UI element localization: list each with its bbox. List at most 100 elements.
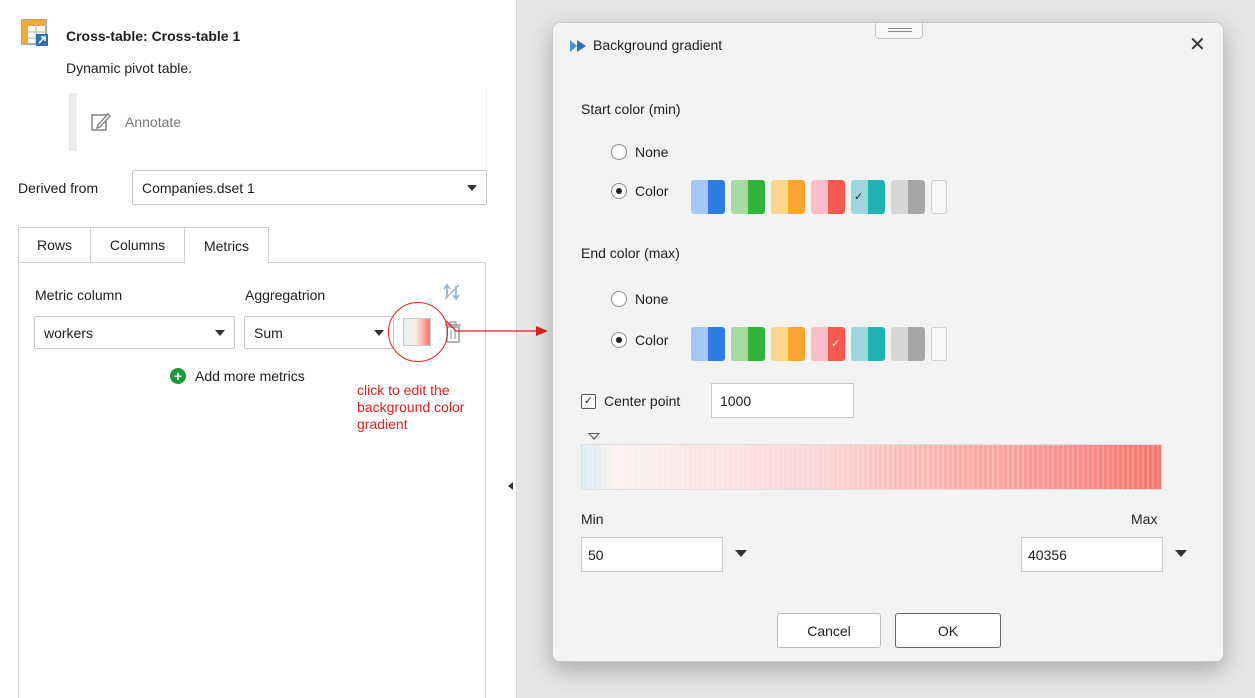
center-point-input[interactable]: 1000 (711, 383, 854, 418)
node-title: Cross-table: Cross-table 1 (66, 28, 241, 44)
sort-icon[interactable] (442, 282, 462, 302)
center-point-label: Center point (604, 393, 681, 409)
swatch-pair (731, 327, 765, 361)
swatch-pair (691, 180, 725, 214)
annotation-arrow (445, 320, 548, 336)
node-properties-panel: Cross-table: Cross-table 1 Dynamic pivot… (0, 0, 517, 698)
radio-button (611, 332, 627, 348)
derived-from-label: Derived from (18, 180, 99, 196)
color-swatch-green-dark[interactable] (748, 327, 765, 361)
gradient-preview (581, 444, 1162, 490)
aggregation-value: Sum (254, 324, 283, 341)
color-swatch-teal-dark[interactable] (868, 180, 885, 214)
color-label: Color (635, 332, 669, 348)
radio-button (611, 291, 627, 307)
color-swatch-gray-light[interactable] (891, 180, 908, 214)
color-swatch-blue-dark[interactable] (708, 327, 725, 361)
chevron-down-icon (374, 329, 384, 336)
metric-column-label: Metric column (35, 287, 123, 303)
metric-column-select[interactable]: workers (34, 316, 235, 349)
divider (486, 88, 487, 168)
derived-from-select[interactable]: Companies.dset 1 (132, 170, 487, 205)
metric-column-value: workers (44, 324, 94, 341)
color-swatch-orange-light[interactable] (771, 327, 788, 361)
ok-button[interactable]: OK (895, 613, 1001, 648)
color-swatch-green-light[interactable] (731, 327, 748, 361)
color-swatch-green-dark[interactable] (748, 180, 765, 214)
center-point-checkbox[interactable]: ✓ Center point (581, 393, 680, 409)
start-color-label: Start color (min) (581, 101, 681, 117)
color-swatch-blue-light[interactable] (691, 180, 708, 214)
cross-table-icon (21, 19, 48, 46)
color-swatch-orange-dark[interactable] (788, 327, 805, 361)
tab-metrics[interactable]: Metrics (184, 227, 269, 264)
color-swatch-teal-dark[interactable] (868, 327, 885, 361)
center-marker-icon[interactable] (588, 433, 600, 440)
close-icon[interactable]: ✕ (1189, 35, 1206, 55)
color-swatch-teal-light[interactable]: ✓ (851, 180, 868, 214)
check-icon: ✓ (854, 191, 864, 203)
background-gradient-dialog: Background gradient ✕ Start color (min) … (552, 22, 1224, 662)
color-swatch-gray-dark[interactable] (908, 327, 925, 361)
swatch-pair (891, 327, 925, 361)
custom-color-swatch[interactable] (931, 327, 947, 361)
drag-grip[interactable] (875, 23, 923, 39)
color-swatch-gray-dark[interactable] (908, 180, 925, 214)
swatch-pair (851, 327, 885, 361)
min-input[interactable]: 50 (581, 537, 723, 572)
color-swatch-blue-light[interactable] (691, 327, 708, 361)
node-subtitle: Dynamic pivot table. (66, 60, 193, 76)
max-label: Max (1131, 511, 1158, 527)
aggregation-select[interactable]: Sum (244, 316, 394, 349)
end-none-radio[interactable]: None (611, 291, 668, 307)
min-dropdown-icon[interactable] (735, 550, 747, 557)
collapse-panel-icon[interactable] (508, 482, 513, 490)
custom-color-swatch[interactable] (931, 180, 947, 214)
start-color-radio[interactable]: Color (611, 183, 668, 199)
color-swatch-blue-dark[interactable] (708, 180, 725, 214)
min-label: Min (581, 511, 604, 527)
annotation-callout: click to edit the background color gradi… (357, 382, 465, 432)
max-input[interactable]: 40356 (1021, 537, 1163, 572)
check-icon: ✓ (831, 338, 841, 350)
swatch-pair: ✓ (811, 327, 845, 361)
color-swatch-green-light[interactable] (731, 180, 748, 214)
color-swatch-orange-dark[interactable] (788, 180, 805, 214)
swatch-pair (891, 180, 925, 214)
end-color-radio[interactable]: Color (611, 332, 668, 348)
chevron-down-icon (467, 184, 477, 191)
app-logo-icon (570, 40, 586, 52)
end-swatch-row: ✓ (691, 327, 947, 361)
gradient-button[interactable] (403, 318, 431, 346)
annotate-bar (69, 93, 77, 151)
plus-circle-icon: + (170, 368, 186, 384)
end-color-label: End color (max) (581, 245, 680, 261)
color-label: Color (635, 183, 669, 199)
swatch-pair (811, 180, 845, 214)
add-more-metrics-button[interactable]: + Add more metrics (170, 368, 305, 384)
color-swatch-red-dark[interactable] (828, 180, 845, 214)
radio-button (611, 183, 627, 199)
color-swatch-teal-light[interactable] (851, 327, 868, 361)
aggregation-label: Aggregatrion (245, 287, 326, 303)
cancel-button[interactable]: Cancel (777, 613, 881, 648)
edit-note-icon (91, 112, 112, 131)
annotate-label: Annotate (125, 114, 182, 130)
chevron-down-icon (215, 329, 225, 336)
swatch-pair (731, 180, 765, 214)
color-swatch-red-light[interactable] (811, 327, 828, 361)
color-swatch-red-dark[interactable]: ✓ (828, 327, 845, 361)
start-swatch-row: ✓ (691, 180, 947, 214)
swatch-pair (771, 180, 805, 214)
tab-columns[interactable]: Columns (90, 227, 185, 263)
add-more-metrics-label: Add more metrics (195, 368, 305, 384)
annotate-button[interactable]: Annotate (90, 107, 181, 137)
max-dropdown-icon[interactable] (1175, 550, 1187, 557)
tab-rows[interactable]: Rows (18, 227, 91, 263)
color-swatch-gray-light[interactable] (891, 327, 908, 361)
start-none-radio[interactable]: None (611, 144, 668, 160)
color-swatch-orange-light[interactable] (771, 180, 788, 214)
swatch-pair (771, 327, 805, 361)
derived-from-value: Companies.dset 1 (142, 179, 255, 196)
color-swatch-red-light[interactable] (811, 180, 828, 214)
